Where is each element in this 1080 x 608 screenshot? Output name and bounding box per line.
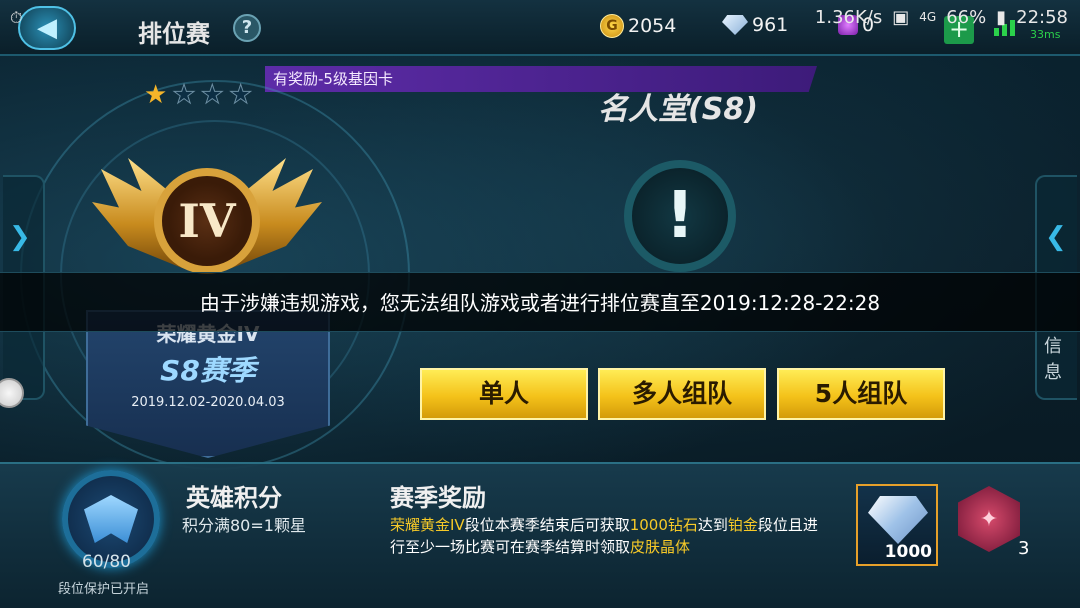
season-dates: 2019.12.02-2020.04.03 [131, 395, 285, 410]
battery-level: 66% [946, 6, 987, 28]
star-empty-icon: ★ [200, 80, 224, 110]
season-reward-title: 赛季奖励 [390, 484, 486, 512]
solo-mode-button[interactable]: 单人 [420, 368, 588, 420]
alarm-icon: ⏱ [10, 8, 23, 27]
hero-points-subtitle: 积分满80=1颗星 [182, 516, 306, 535]
rank-stars: ★ ★ ★ ★ [144, 80, 253, 110]
five-team-mode-button[interactable]: 5人组队 [777, 368, 945, 420]
battery-icon: ▮ [996, 6, 1007, 28]
reward-desc-part: 荣耀黄金IV [390, 516, 465, 534]
chevron-right-icon: ❯ [9, 222, 31, 252]
status-time: 22:58 [1016, 6, 1068, 28]
reward-qty: 1000 [884, 542, 932, 562]
net-speed: 1.36K/s [814, 6, 883, 28]
warning-emblem[interactable]: ! [624, 160, 736, 272]
rank-protection-status: 段位保护已开启 [58, 582, 150, 597]
hero-wings-icon [84, 495, 138, 543]
exclamation-icon: ! [665, 179, 695, 253]
status-bar: ⏱ 1.36K/s ▣ 4G 66% ▮ 22:58 [0, 0, 1080, 34]
star-empty-icon: ★ [228, 80, 253, 110]
chevron-left-icon: ❮ [1045, 222, 1067, 252]
season-reward-description: 荣耀黄金IV段位本赛季结束后可获取1000钻石达到铂金段位且进行至少一场比赛可在… [390, 514, 830, 558]
reward-qty: 3 [1018, 538, 1030, 559]
nfc-icon: ▣ [892, 6, 910, 28]
hero-points-progress: 60/80 [82, 552, 131, 572]
skin-crystal-icon: ✦ [979, 506, 999, 532]
right-tab-label: 信息 [1044, 336, 1062, 383]
ban-notice: 由于涉嫌违规游戏，您无法组队游戏或者进行排位赛直至2019:12:28-22:2… [0, 272, 1080, 332]
season-name: S8赛季 [160, 354, 256, 387]
hall-of-fame-title: 名人堂(S8) [598, 92, 758, 127]
hero-points-title: 英雄积分 [186, 484, 282, 512]
team-mode-button[interactable]: 多人组队 [598, 368, 766, 420]
star-empty-icon: ★ [172, 80, 196, 110]
network-type: 4G [919, 10, 937, 24]
reward-desc-part: 1000钻石 [629, 516, 698, 534]
reward-desc-part: 铂金 [727, 516, 758, 534]
star-filled-icon: ★ [144, 80, 168, 110]
rank-medal: IV [154, 168, 260, 274]
diamond-icon [868, 496, 928, 544]
reward-item-diamond[interactable]: 1000 [856, 484, 938, 566]
reward-desc-part: 皮肤晶体 [630, 538, 691, 556]
reward-desc-part: 达到 [697, 516, 728, 534]
reward-desc-part: 段位本赛季结束后可获取 [464, 516, 630, 534]
